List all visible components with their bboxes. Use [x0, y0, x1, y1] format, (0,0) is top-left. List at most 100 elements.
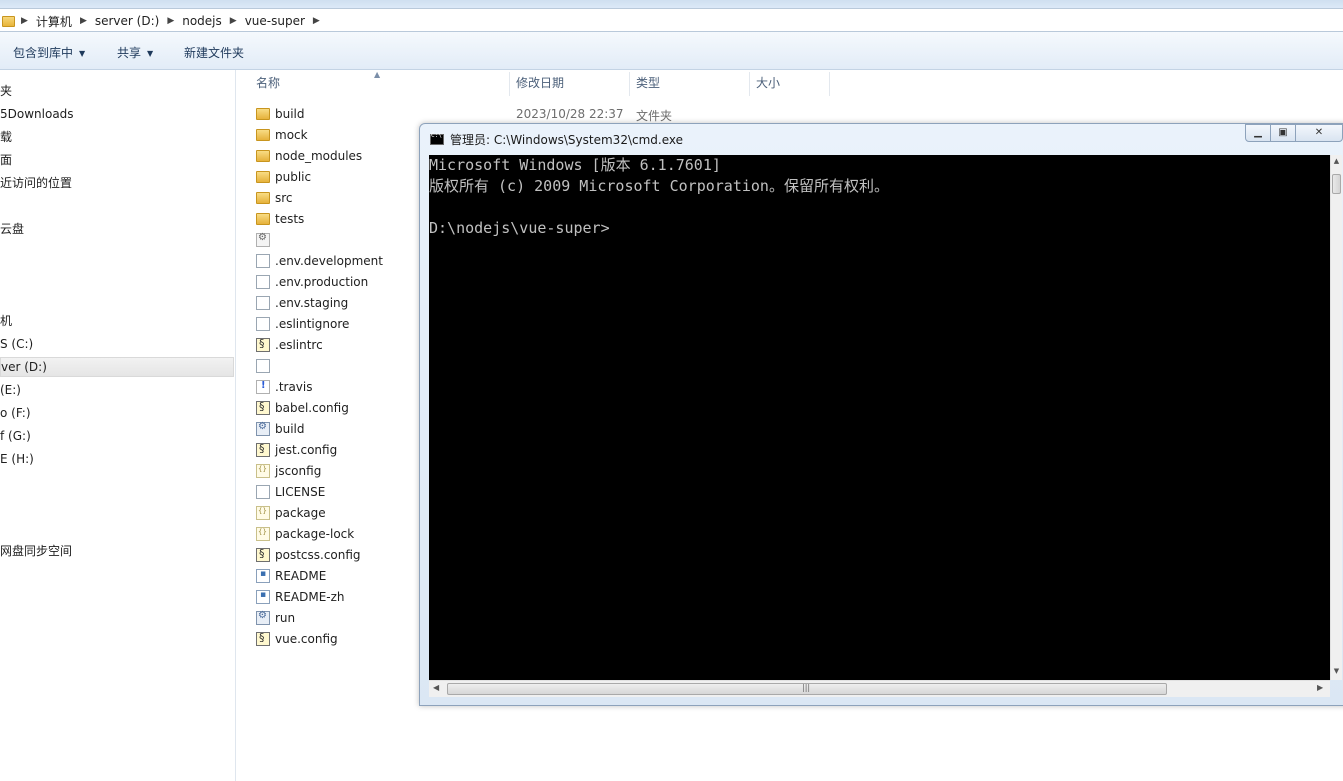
- breadcrumb-vue-super[interactable]: vue-super: [243, 14, 307, 28]
- column-divider[interactable]: [829, 72, 830, 96]
- nav-item-drive-g[interactable]: f (G:): [0, 426, 31, 446]
- column-header-name[interactable]: 名称: [256, 74, 280, 96]
- scroll-right-arrow-icon[interactable]: ▶: [1317, 683, 1323, 692]
- file-name: build: [275, 107, 305, 121]
- nav-item[interactable]: 夹: [0, 81, 12, 101]
- file-row[interactable]: node_modules: [256, 146, 362, 166]
- json-file-icon: [256, 464, 270, 478]
- file-name: .eslintrc: [275, 338, 323, 352]
- file-row[interactable]: build: [256, 104, 305, 124]
- file-row[interactable]: README: [256, 566, 326, 586]
- file-row[interactable]: .travis: [256, 377, 313, 397]
- file-row[interactable]: postcss.config: [256, 545, 361, 565]
- column-divider[interactable]: [629, 72, 630, 96]
- breadcrumb-server-drive[interactable]: server (D:): [93, 14, 161, 28]
- file-name: postcss.config: [275, 548, 361, 562]
- file-row[interactable]: public: [256, 167, 311, 187]
- nav-item-cloud-drive[interactable]: 云盘: [0, 219, 24, 239]
- cmd-title-bar[interactable]: 管理员: C:\Windows\System32\cmd.exe: [430, 131, 683, 148]
- cmd-window[interactable]: 管理员: C:\Windows\System32\cmd.exe ▁ ▣ ✕ M…: [419, 123, 1343, 706]
- nav-item-sync-space[interactable]: 网盘同步空间: [0, 541, 72, 561]
- minimize-button[interactable]: ▁: [1245, 124, 1271, 142]
- chevron-right-icon[interactable]: ▶: [313, 16, 320, 26]
- nav-item-drive-d[interactable]: ver (D:): [0, 357, 234, 377]
- console-output[interactable]: Microsoft Windows [版本 6.1.7601] 版权所有 (c)…: [429, 155, 1330, 680]
- nav-item[interactable]: 载: [0, 127, 12, 147]
- blank-file-icon: [256, 275, 270, 289]
- breadcrumb-nodejs[interactable]: nodejs: [180, 14, 224, 28]
- script-file-icon: [256, 337, 270, 352]
- scroll-left-arrow-icon[interactable]: ◀: [433, 683, 439, 692]
- file-row[interactable]: jsconfig: [256, 461, 321, 481]
- close-button[interactable]: ✕: [1295, 124, 1343, 142]
- folder-icon: [256, 171, 270, 183]
- scroll-down-arrow-icon[interactable]: ▼: [1331, 667, 1342, 675]
- dropdown-arrow-icon: ▼: [79, 49, 86, 58]
- maximize-button[interactable]: ▣: [1270, 124, 1296, 142]
- blank-file-icon: [256, 485, 270, 499]
- file-row[interactable]: src: [256, 188, 293, 208]
- chevron-right-icon[interactable]: ▶: [167, 16, 174, 26]
- batch-file-icon: [256, 610, 270, 625]
- file-row[interactable]: build: [256, 419, 305, 439]
- json-file-icon: [256, 506, 270, 520]
- file-row[interactable]: package: [256, 503, 326, 523]
- file-row[interactable]: .eslintrc: [256, 335, 323, 355]
- file-row[interactable]: .env.staging: [256, 293, 348, 313]
- address-bar[interactable]: ▶ 计算机 ▶ server (D:) ▶ nodejs ▶ vue-super…: [0, 8, 1343, 32]
- navigation-pane[interactable]: 夹 5Downloads 载 面 近访问的位置 云盘 机 S (C:) ver …: [0, 70, 236, 781]
- file-row[interactable]: babel.config: [256, 398, 349, 418]
- file-row[interactable]: jest.config: [256, 440, 337, 460]
- horizontal-scrollbar[interactable]: ◀ ||| ▶: [429, 680, 1330, 697]
- breadcrumb-computer[interactable]: 计算机: [34, 13, 74, 30]
- nav-item-computer[interactable]: 机: [0, 311, 12, 331]
- column-header-type[interactable]: 类型: [636, 74, 660, 96]
- file-row[interactable]: [256, 230, 275, 250]
- folder-icon: [256, 129, 270, 141]
- file-row[interactable]: mock: [256, 125, 308, 145]
- script-file-icon: [256, 400, 270, 415]
- column-divider[interactable]: [749, 72, 750, 96]
- file-row[interactable]: [256, 356, 275, 376]
- nav-item-drive-h[interactable]: E (H:): [0, 449, 34, 469]
- nav-item-desktop[interactable]: 面: [0, 150, 12, 170]
- console-prompt: D:\nodejs\vue-super>: [429, 219, 610, 237]
- chevron-right-icon[interactable]: ▶: [80, 16, 87, 26]
- file-row[interactable]: tests: [256, 209, 304, 229]
- file-row[interactable]: README-zh: [256, 587, 345, 607]
- chevron-right-icon[interactable]: ▶: [21, 16, 28, 26]
- folder-icon: [256, 192, 270, 204]
- nav-item-recent-places[interactable]: 近访问的位置: [0, 173, 72, 193]
- file-row[interactable]: run: [256, 608, 295, 628]
- breadcrumb: ▶ 计算机 ▶ server (D:) ▶ nodejs ▶ vue-super…: [2, 12, 320, 30]
- file-row[interactable]: .env.development: [256, 251, 383, 271]
- file-row[interactable]: package-lock: [256, 524, 354, 544]
- horizontal-scroll-thumb[interactable]: |||: [447, 683, 1167, 695]
- share-label: 共享: [117, 46, 142, 60]
- column-header-size[interactable]: 大小: [756, 74, 780, 96]
- nav-item-downloads[interactable]: 5Downloads: [0, 104, 74, 124]
- cmd-app-icon[interactable]: [430, 132, 444, 145]
- scroll-up-arrow-icon[interactable]: ▲: [1331, 157, 1342, 165]
- nav-item-drive-c[interactable]: S (C:): [0, 334, 33, 354]
- blank-file-icon: [256, 296, 270, 310]
- file-row[interactable]: LICENSE: [256, 482, 325, 502]
- nav-item-drive-f[interactable]: o (F:): [0, 403, 31, 423]
- chevron-right-icon[interactable]: ▶: [230, 16, 237, 26]
- file-name: src: [275, 191, 293, 205]
- include-library-button[interactable]: 包含到库中 ▼: [13, 44, 85, 61]
- vertical-scrollbar[interactable]: ▲ ▼: [1330, 155, 1342, 680]
- column-divider[interactable]: [509, 72, 510, 96]
- file-row[interactable]: .env.production: [256, 272, 368, 292]
- blank-file-icon: [256, 317, 270, 331]
- vertical-scroll-thumb[interactable]: [1332, 174, 1341, 194]
- column-header-modified[interactable]: 修改日期: [516, 74, 564, 96]
- file-row[interactable]: vue.config: [256, 629, 338, 649]
- folder-icon: [256, 213, 270, 225]
- folder-icon: [256, 150, 270, 162]
- share-button[interactable]: 共享 ▼: [117, 44, 153, 61]
- file-modified-date: 2023/10/28 22:37: [516, 107, 624, 121]
- new-folder-button[interactable]: 新建文件夹: [184, 44, 244, 61]
- file-row[interactable]: .eslintignore: [256, 314, 349, 334]
- nav-item-drive-e[interactable]: (E:): [0, 380, 21, 400]
